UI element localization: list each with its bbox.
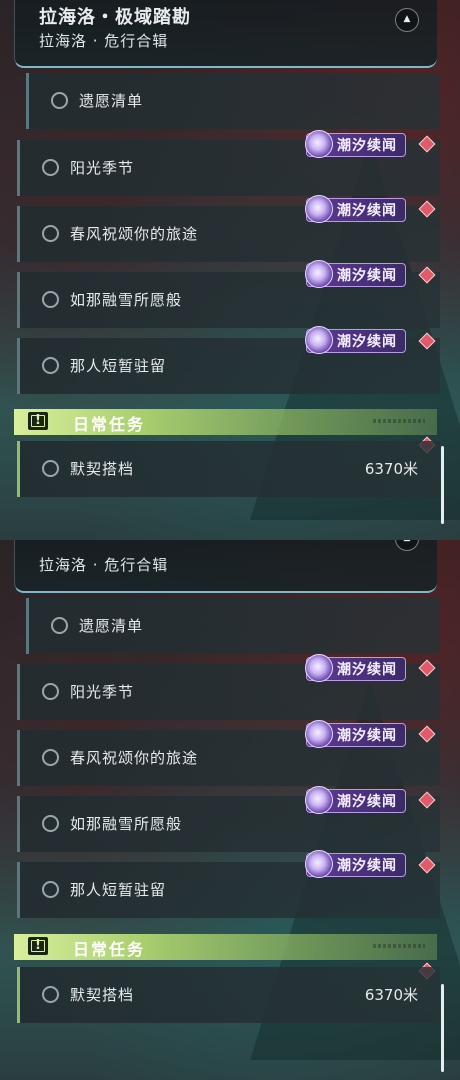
radio-empty-icon[interactable] — [42, 291, 59, 308]
section-decoration — [373, 944, 425, 948]
quest-label: 遗愿清单 — [79, 617, 144, 635]
tidal-tag-icon — [305, 720, 333, 748]
quest-label: 那人短暂驻留 — [70, 881, 167, 899]
tidal-tag: 潮汐续闻 — [305, 786, 406, 814]
radio-empty-icon[interactable] — [42, 683, 59, 700]
tidal-tag: 潮汐续闻 — [305, 130, 406, 158]
quest-distance: 6370米 — [364, 986, 418, 1004]
radio-empty-icon[interactable] — [51, 92, 68, 109]
tidal-tag-icon — [305, 654, 333, 682]
quest-label: 那人短暂驻留 — [70, 357, 167, 375]
radio-empty-icon[interactable] — [51, 617, 68, 634]
radio-empty-icon[interactable] — [42, 460, 59, 477]
collapse-up-icon[interactable]: ▲ — [395, 540, 419, 551]
tidal-tag: 潮汐续闻 — [305, 326, 406, 354]
tidal-tag-icon — [305, 326, 333, 354]
region-title: 拉海洛・极域踏勘 — [39, 7, 191, 28]
tidal-tag-icon — [305, 195, 333, 223]
section-title: 日常任务 — [73, 940, 146, 959]
quest-label: 阳光季节 — [70, 683, 135, 701]
quest-header[interactable]: 拉海洛 · 危行合辑 ▲ — [14, 540, 437, 593]
radio-empty-icon[interactable] — [42, 225, 59, 242]
radio-empty-icon[interactable] — [42, 881, 59, 898]
tag-label: 潮汐续闻 — [337, 858, 397, 874]
radio-empty-icon[interactable] — [42, 357, 59, 374]
radio-empty-icon[interactable] — [42, 159, 59, 176]
quest-label: 如那融雪所愿般 — [70, 815, 183, 833]
radio-empty-icon[interactable] — [42, 986, 59, 1003]
quest-item[interactable]: 遗愿清单 — [26, 598, 440, 654]
quest-label: 阳光季节 — [70, 159, 135, 177]
daily-quest-item[interactable]: 默契搭档 6370米 — [17, 967, 440, 1023]
radio-empty-icon[interactable] — [42, 749, 59, 766]
tag-label: 潮汐续闻 — [337, 794, 397, 810]
tag-label: 潮汐续闻 — [337, 662, 397, 678]
quest-label: 如那融雪所愿般 — [70, 291, 183, 309]
quest-label: 遗愿清单 — [79, 92, 144, 110]
tag-label: 潮汐续闻 — [337, 138, 397, 154]
daily-quest-item[interactable]: 默契搭档 6370米 — [17, 441, 440, 497]
quest-item[interactable]: 遗愿清单 — [26, 73, 440, 129]
tag-label: 潮汐续闻 — [337, 728, 397, 744]
tidal-tag: 潮汐续闻 — [305, 654, 406, 682]
daily-tasks-header: ! 日常任务 — [14, 409, 437, 435]
tidal-tag: 潮汐续闻 — [305, 260, 406, 288]
chapter-subtitle: 拉海洛 · 危行合辑 — [39, 556, 169, 574]
scrollbar[interactable] — [441, 446, 444, 524]
tidal-tag: 潮汐续闻 — [305, 195, 406, 223]
tidal-tag-icon — [305, 850, 333, 878]
quest-label: 默契搭档 — [70, 986, 135, 1004]
tidal-tag: 潮汐续闻 — [305, 850, 406, 878]
tidal-tag-icon — [305, 260, 333, 288]
exclamation-icon: ! — [28, 937, 48, 955]
tidal-tag-icon — [305, 130, 333, 158]
tidal-tag-icon — [305, 786, 333, 814]
quest-label: 春风祝颂你的旅途 — [70, 225, 199, 243]
collapse-up-icon[interactable]: ▲ — [395, 8, 419, 32]
tag-label: 潮汐续闻 — [337, 334, 397, 350]
daily-tasks-header: ! 日常任务 — [14, 934, 437, 960]
quest-label: 默契搭档 — [70, 460, 135, 478]
quest-label: 春风祝颂你的旅途 — [70, 749, 199, 767]
exclamation-icon: ! — [28, 412, 48, 430]
section-decoration — [373, 419, 425, 423]
scrollbar[interactable] — [441, 984, 444, 1072]
tag-label: 潮汐续闻 — [337, 268, 397, 284]
chapter-subtitle: 拉海洛 · 危行合辑 — [39, 32, 169, 50]
tidal-tag: 潮汐续闻 — [305, 720, 406, 748]
quest-header[interactable]: 拉海洛・极域踏勘 拉海洛 · 危行合辑 ▲ — [14, 0, 437, 68]
section-title: 日常任务 — [73, 415, 146, 434]
quest-panel-top: 拉海洛・极域踏勘 拉海洛 · 危行合辑 ▲ 遗愿清单 阳光季节 潮汐续闻 春风祝… — [0, 0, 460, 540]
tag-label: 潮汐续闻 — [337, 203, 397, 219]
radio-empty-icon[interactable] — [42, 815, 59, 832]
quest-distance: 6370米 — [364, 460, 418, 478]
quest-panel-bottom: 拉海洛 · 危行合辑 ▲ 遗愿清单 阳光季节 潮汐续闻 春风祝颂你的旅途 潮汐续… — [0, 540, 460, 1080]
